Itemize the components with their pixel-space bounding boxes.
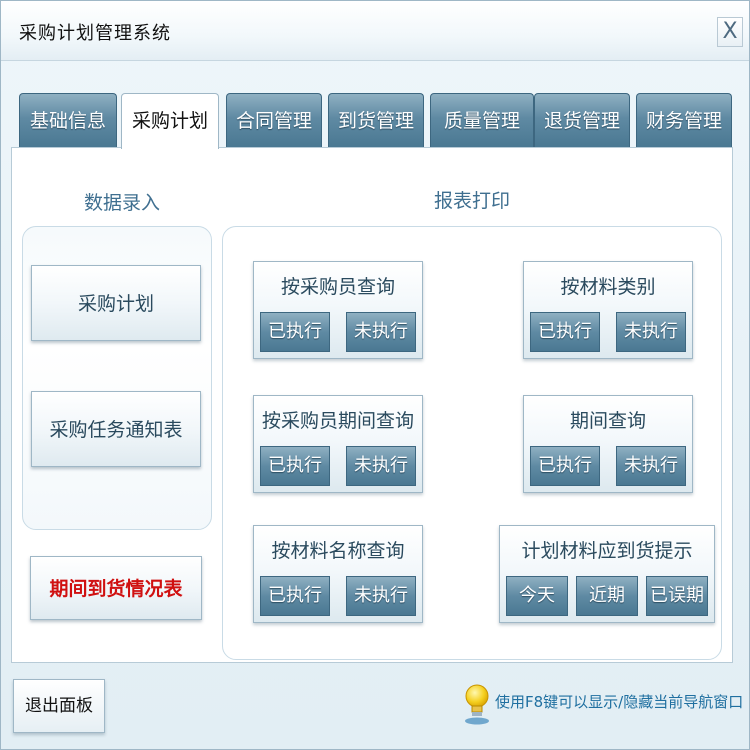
report-print-title: 报表打印 [434, 190, 511, 212]
close-button[interactable]: X [717, 17, 743, 47]
executed-button[interactable]: 已执行 [530, 446, 600, 486]
not-executed-button[interactable]: 未执行 [616, 312, 686, 352]
group-title: 按采购员查询 [280, 276, 395, 298]
not-executed-button[interactable]: 未执行 [616, 446, 686, 486]
lightbulb-icon [461, 683, 493, 725]
arrival-reminder-group: 计划材料应到货提示 今天 近期 已误期 [499, 525, 715, 623]
not-executed-button[interactable]: 未执行 [346, 312, 416, 352]
query-by-buyer-group: 按采购员查询 已执行 未执行 [253, 261, 423, 359]
executed-button[interactable]: 已执行 [260, 576, 330, 616]
data-entry-box: 采购计划 采购任务通知表 [22, 226, 212, 530]
tab-arrival[interactable]: 到货管理 [328, 93, 424, 147]
tab-basic-info[interactable]: 基础信息 [19, 93, 117, 147]
period-arrival-report-button[interactable]: 期间到货情况表 [30, 556, 202, 620]
group-title: 计划材料应到货提示 [521, 540, 693, 562]
tab-finance[interactable]: 财务管理 [636, 93, 732, 147]
report-print-box: 按采购员查询 已执行 未执行 按材料类别 已执行 未执行 按采购员期间查询 已执… [222, 226, 722, 660]
group-title: 按采购员期间查询 [261, 410, 414, 432]
tab-quality[interactable]: 质量管理 [430, 93, 534, 147]
query-by-material-name-group: 按材料名称查询 已执行 未执行 [253, 525, 423, 623]
hint-bar: 使用F8键可以显示/隐藏当前导航窗口 [461, 683, 747, 725]
not-executed-button[interactable]: 未执行 [346, 576, 416, 616]
query-by-category-group: 按材料类别 已执行 未执行 [523, 261, 693, 359]
purchase-plan-button[interactable]: 采购计划 [31, 265, 201, 341]
tab-contract[interactable]: 合同管理 [226, 93, 322, 147]
overdue-button[interactable]: 已误期 [646, 576, 708, 616]
window-title: 采购计划管理系统 [19, 23, 171, 44]
query-by-buyer-period-group: 按采购员期间查询 已执行 未执行 [253, 395, 423, 493]
hint-text: 使用F8键可以显示/隐藏当前导航窗口 [495, 693, 744, 711]
content-panel: 数据录入 报表打印 采购计划 采购任务通知表 期间到货情况表 按采购员查询 已执… [11, 147, 733, 663]
executed-button[interactable]: 已执行 [530, 312, 600, 352]
group-title: 按材料名称查询 [271, 540, 405, 562]
exit-panel-button[interactable]: 退出面板 [13, 679, 105, 733]
main-window: 采购计划管理系统 X 基础信息 采购计划 合同管理 到货管理 质量管理 退货管理… [0, 0, 750, 750]
not-executed-button[interactable]: 未执行 [346, 446, 416, 486]
group-title: 按材料类别 [560, 276, 656, 298]
purchase-task-notice-button[interactable]: 采购任务通知表 [31, 391, 201, 467]
executed-button[interactable]: 已执行 [260, 446, 330, 486]
tab-return[interactable]: 退货管理 [534, 93, 630, 147]
title-bar: 采购计划管理系统 X [1, 1, 749, 61]
data-entry-title: 数据录入 [84, 192, 161, 214]
period-query-group: 期间查询 已执行 未执行 [523, 395, 693, 493]
group-title: 期间查询 [569, 410, 646, 432]
executed-button[interactable]: 已执行 [260, 312, 330, 352]
tab-purchase-plan[interactable]: 采购计划 [121, 93, 219, 149]
recent-button[interactable]: 近期 [576, 576, 638, 616]
today-button[interactable]: 今天 [506, 576, 568, 616]
